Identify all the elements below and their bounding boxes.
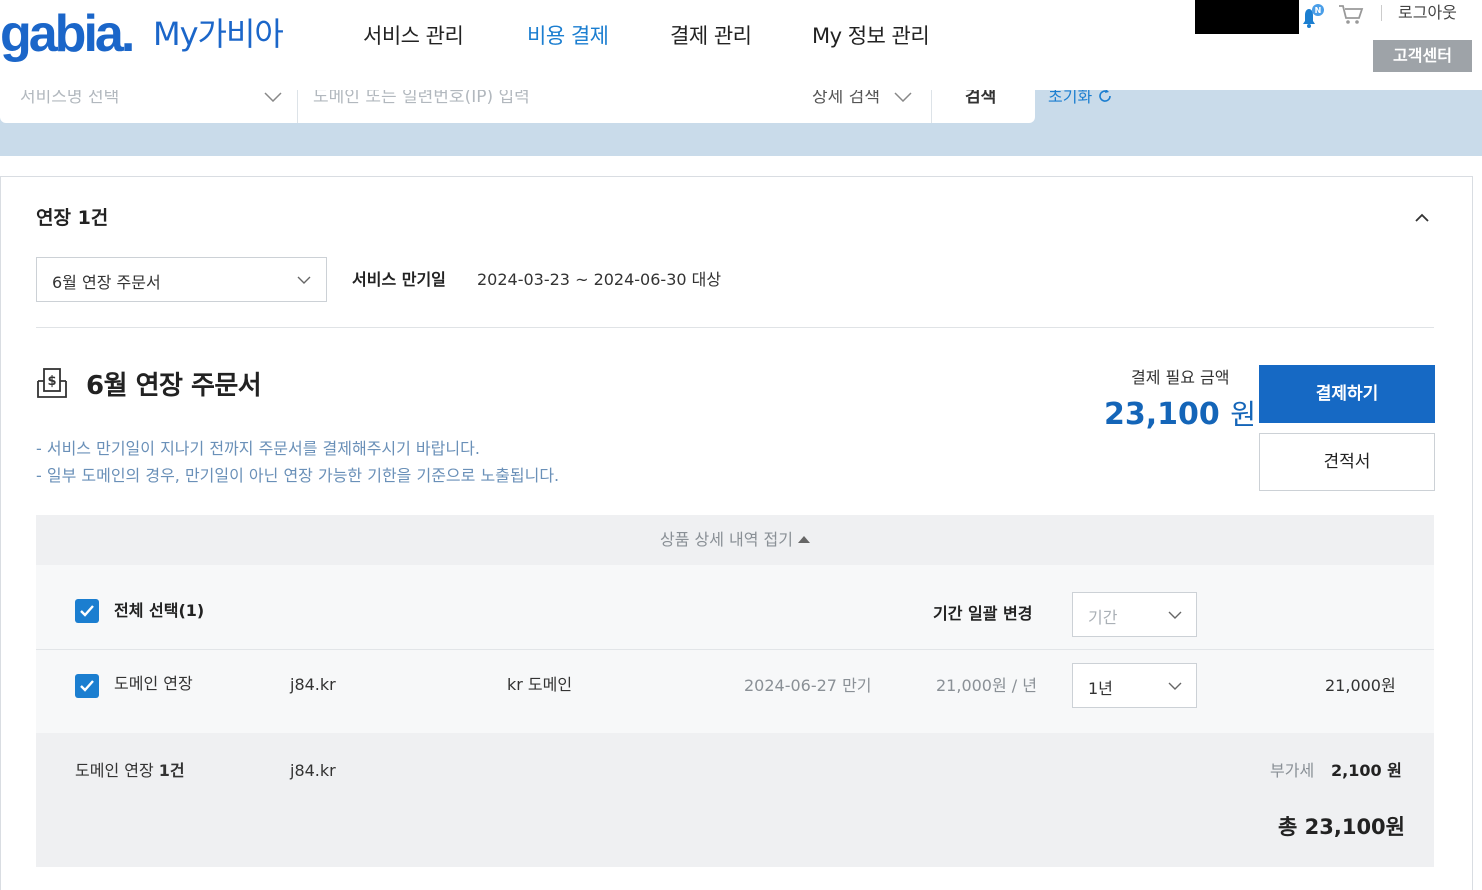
summary-label-text: 도메인 연장 <box>75 761 159 780</box>
search-bar: 서비스명 선택 도메인 또는 일련번호(IP) 입력 상세 검색 검색 <box>0 87 1035 123</box>
detail-collapse-toggle[interactable]: 상품 상세 내역 접기 <box>36 515 1434 565</box>
detail-toggle-label: 상품 상세 내역 접기 <box>659 530 794 549</box>
item-checkbox[interactable] <box>75 674 99 698</box>
order-select-value: 6월 연장 주문서 <box>52 273 161 292</box>
order-title: 6월 연장 주문서 <box>86 371 262 401</box>
amount-due-unit: 원 <box>1230 398 1256 431</box>
bulk-period-placeholder: 기간 <box>1088 608 1118 627</box>
summary-domain: j84.kr <box>290 761 336 780</box>
chevron-down-icon <box>297 276 311 284</box>
item-domain: j84.kr <box>290 675 336 694</box>
total-amount: 총 23,100원 <box>1278 815 1405 839</box>
vat-label: 부가세 <box>1270 761 1315 780</box>
item-product: kr 도메인 <box>507 675 573 694</box>
item-price: 21,000원 <box>1325 676 1396 695</box>
chevron-down-icon <box>1168 682 1182 690</box>
amount-due: 23,100 원 <box>1104 395 1256 435</box>
svg-text:$: $ <box>47 374 56 389</box>
bulk-period-label: 기간 일괄 변경 <box>933 604 1033 623</box>
order-note: - 서비스 만기일이 지나기 전까지 주문서를 결제해주시기 바랍니다. <box>36 439 480 458</box>
item-period-select[interactable]: 1년 <box>1072 663 1197 708</box>
nav-service-management[interactable]: 서비스 관리 <box>363 22 464 50</box>
redacted-user-area <box>1195 0 1299 34</box>
check-icon <box>80 680 94 692</box>
item-unit-price: 21,000원 / 년 <box>936 676 1037 695</box>
product-detail-table: 전체 선택(1) 기간 일괄 변경 기간 도메인 연장 j84.kr kr 도메… <box>36 565 1434 733</box>
search-divider <box>297 90 298 123</box>
invoice-icon: $ <box>37 368 67 398</box>
customer-center-button[interactable]: 고객센터 <box>1373 40 1472 72</box>
order-summary: 도메인 연장 1건 j84.kr 부가세 2,100 원 <box>36 733 1434 867</box>
nav-my-info-management[interactable]: My 정보 관리 <box>812 22 930 50</box>
bell-icon[interactable]: N <box>1299 4 1327 30</box>
nav-payment-management[interactable]: 결제 관리 <box>670 22 752 50</box>
search-band: 서비스명 선택 도메인 또는 일련번호(IP) 입력 상세 검색 검색 초기화 <box>0 87 1482 156</box>
vat-value: 2,100 원 <box>1331 761 1402 780</box>
chevron-up-icon[interactable] <box>1411 207 1433 229</box>
row-divider <box>36 649 1434 650</box>
item-type: 도메인 연장 <box>114 674 193 693</box>
renewal-panel: 연장 1건 6월 연장 주문서 서비스 만기일 2024-03-23 ~ 202… <box>0 176 1473 890</box>
chevron-down-icon[interactable] <box>894 92 912 102</box>
summary-label: 도메인 연장 1건 <box>75 760 185 782</box>
my-gabia-label[interactable]: My가비아 <box>153 14 284 54</box>
refresh-icon <box>1099 89 1112 102</box>
amount-due-label: 결제 필요 금액 <box>1131 368 1230 387</box>
gabia-logo[interactable]: gabia. <box>0 4 135 64</box>
order-select[interactable]: 6월 연장 주문서 <box>36 257 327 302</box>
select-all-checkbox[interactable] <box>75 599 99 623</box>
quote-button[interactable]: 견적서 <box>1259 433 1435 491</box>
chevron-down-icon[interactable] <box>264 92 282 102</box>
check-icon <box>80 605 94 617</box>
chevron-down-icon <box>1168 611 1182 619</box>
select-all-label: 전체 선택(1) <box>114 601 205 620</box>
nav-billing-payment[interactable]: 비용 결제 <box>527 22 609 50</box>
cart-icon[interactable] <box>1338 4 1364 26</box>
search-divider <box>931 90 932 123</box>
notification-badge: N <box>1315 6 1322 15</box>
summary-count: 1건 <box>158 761 185 780</box>
expiry-range: 2024-03-23 ~ 2024-06-30 대상 <box>477 270 722 289</box>
top-navigation: gabia. My가비아 서비스 관리 비용 결제 결제 관리 My 정보 관리… <box>0 0 1482 90</box>
renewal-count-title: 연장 1건 <box>36 207 109 229</box>
order-note: - 일부 도메인의 경우, 만기일이 아닌 연장 가능한 기한을 기준으로 노출… <box>36 466 560 485</box>
pay-button[interactable]: 결제하기 <box>1259 365 1435 423</box>
caret-up-icon <box>798 536 811 543</box>
logout-link[interactable]: 로그아웃 <box>1398 2 1457 24</box>
item-expiry: 2024-06-27 만기 <box>744 676 872 695</box>
utility-divider <box>1381 5 1382 21</box>
expiry-label: 서비스 만기일 <box>352 270 446 289</box>
amount-due-value: 23,100 <box>1104 397 1220 432</box>
section-divider <box>36 327 1434 328</box>
bulk-period-select[interactable]: 기간 <box>1072 592 1197 637</box>
item-period-value: 1년 <box>1088 679 1113 698</box>
